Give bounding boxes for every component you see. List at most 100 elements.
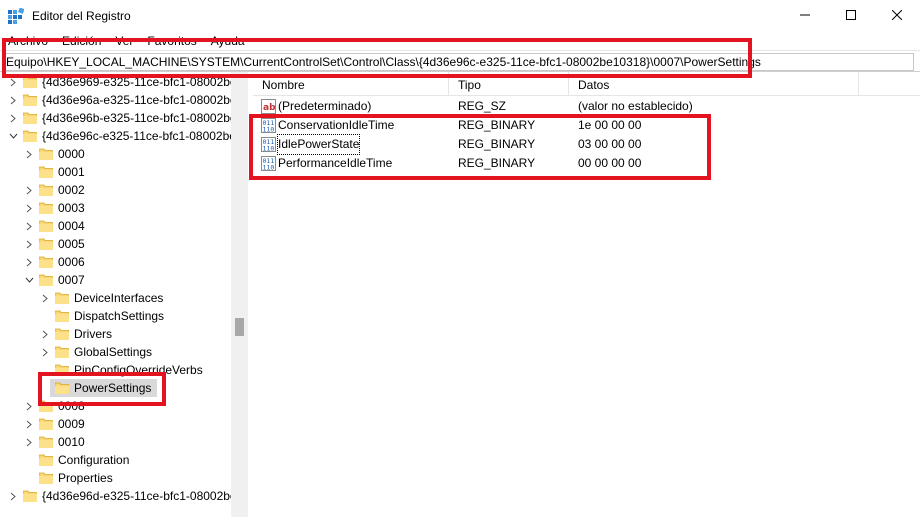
tree-node[interactable]: 0000 bbox=[24, 145, 91, 163]
tree-node[interactable]: DispatchSettings bbox=[40, 307, 170, 325]
folder-icon bbox=[22, 130, 38, 143]
chevron-right-icon[interactable] bbox=[24, 419, 34, 429]
tree-node[interactable]: 0006 bbox=[24, 253, 91, 271]
tree-node-label-wrap: {4d36e96a-e325-11ce-bfc1-08002be bbox=[18, 91, 243, 109]
tree-node-label-wrap: Drivers bbox=[50, 325, 118, 343]
column-type-header[interactable]: Tipo bbox=[449, 72, 569, 96]
tree-node[interactable]: 0004 bbox=[24, 217, 91, 235]
tree-node-label-wrap: GlobalSettings bbox=[50, 343, 158, 361]
menu-archivo[interactable]: Archivo bbox=[8, 32, 48, 50]
chevron-right-icon[interactable] bbox=[8, 77, 18, 87]
list-item[interactable]: 011 110 PerformanceIdleTime REG_BINARY 00 00… bbox=[253, 154, 920, 173]
chevron-right-icon[interactable] bbox=[24, 185, 34, 195]
svg-text:110: 110 bbox=[263, 145, 275, 153]
tree-node-label: 0009 bbox=[58, 417, 85, 431]
tree-node[interactable]: PowerSettings bbox=[40, 379, 158, 397]
chevron-right-icon[interactable] bbox=[40, 293, 50, 303]
svg-text:110: 110 bbox=[263, 126, 275, 134]
tree-node-label: 0008 bbox=[58, 399, 85, 413]
tree-node-label: {4d36e96d-e325-11ce-bfc1-08002be bbox=[42, 489, 237, 503]
binary-value-icon: 011 110 bbox=[261, 137, 276, 153]
tree-node-label: 0002 bbox=[58, 183, 85, 197]
tree-node[interactable]: {4d36e96a-e325-11ce-bfc1-08002be bbox=[8, 91, 243, 109]
folder-icon bbox=[38, 202, 54, 215]
tree-node[interactable]: {4d36e969-e325-11ce-bfc1-08002be bbox=[8, 73, 243, 91]
folder-icon bbox=[54, 382, 70, 395]
chevron-right-icon[interactable] bbox=[24, 203, 34, 213]
value-name: ConservationIdleTime bbox=[278, 118, 395, 132]
tree-node-label-wrap: 0004 bbox=[34, 217, 91, 235]
value-data: 03 00 00 00 bbox=[578, 137, 642, 151]
chevron-right-icon[interactable] bbox=[24, 257, 34, 267]
tree-node[interactable]: Properties bbox=[24, 469, 119, 487]
tree-node-label: 0005 bbox=[58, 237, 85, 251]
registry-editor-icon bbox=[8, 7, 25, 24]
close-icon bbox=[892, 10, 902, 20]
tree-node[interactable]: {4d36e96b-e325-11ce-bfc1-08002be bbox=[8, 109, 243, 127]
tree-node[interactable]: {4d36e96c-e325-11ce-bfc1-08002be bbox=[8, 127, 242, 145]
tree-node[interactable]: DeviceInterfaces bbox=[40, 289, 169, 307]
tree-node-label: GlobalSettings bbox=[74, 345, 153, 359]
tree-node[interactable]: 0007 bbox=[24, 271, 91, 289]
tree-node[interactable]: PinConfigOverrideVerbs bbox=[40, 361, 209, 379]
tree-node[interactable]: Drivers bbox=[40, 325, 118, 343]
tree-node[interactable]: GlobalSettings bbox=[40, 343, 158, 361]
folder-icon bbox=[38, 400, 54, 413]
column-name-header[interactable]: Nombre bbox=[253, 72, 449, 96]
chevron-right-icon[interactable] bbox=[8, 113, 18, 123]
chevron-right-icon[interactable] bbox=[8, 95, 18, 105]
tree-node[interactable]: 0001 bbox=[24, 163, 91, 181]
tree-node[interactable]: {4d36e96d-e325-11ce-bfc1-08002be bbox=[8, 487, 243, 505]
tree-node[interactable]: 0010 bbox=[24, 433, 91, 451]
tree-node[interactable]: 0009 bbox=[24, 415, 91, 433]
address-input[interactable]: Equipo\HKEY_LOCAL_MACHINE\SYSTEM\Current… bbox=[2, 53, 914, 71]
folder-icon bbox=[54, 364, 70, 377]
list-item[interactable]: ab (Predeterminado) REG_SZ (valor no establ… bbox=[253, 97, 920, 116]
tree-node[interactable]: 0002 bbox=[24, 181, 91, 199]
tree-node[interactable]: 0005 bbox=[24, 235, 91, 253]
chevron-right-icon[interactable] bbox=[24, 239, 34, 249]
menu-favoritos[interactable]: Favoritos bbox=[147, 32, 196, 50]
value-type: REG_BINARY bbox=[458, 118, 536, 132]
tree-scrollbar-thumb[interactable] bbox=[235, 318, 244, 336]
tree-node-label: Drivers bbox=[74, 327, 112, 341]
value-name: (Predeterminado) bbox=[278, 99, 372, 113]
key-tree: {4d36e969-e325-11ce-bfc1-08002be {4d36e96… bbox=[0, 72, 248, 517]
tree-node[interactable]: Configuration bbox=[24, 451, 135, 469]
close-button[interactable] bbox=[874, 0, 920, 30]
menu-ver[interactable]: Ver bbox=[115, 32, 133, 50]
chevron-right-icon[interactable] bbox=[8, 491, 18, 501]
tree-node-label: 0010 bbox=[58, 435, 85, 449]
maximize-button[interactable] bbox=[828, 0, 874, 30]
tree-scrollbar[interactable] bbox=[231, 72, 248, 517]
minimize-button[interactable] bbox=[782, 0, 828, 30]
folder-icon bbox=[22, 94, 38, 107]
menu-ayuda[interactable]: Ayuda bbox=[211, 32, 245, 50]
list-item[interactable]: 011 110 ConservationIdleTime REG_BINARY 1e 0… bbox=[253, 116, 920, 135]
chevron-right-icon[interactable] bbox=[40, 347, 50, 357]
menu-bar: Archivo Edición Ver Favoritos Ayuda bbox=[0, 32, 920, 50]
chevron-right-icon[interactable] bbox=[24, 437, 34, 447]
binary-value-icon: 011 110 bbox=[261, 156, 276, 172]
chevron-down-icon[interactable] bbox=[8, 131, 18, 141]
tree-node[interactable]: 0008 bbox=[24, 397, 91, 415]
tree-node-label-wrap: PowerSettings bbox=[50, 379, 158, 397]
chevron-right-icon[interactable] bbox=[40, 329, 50, 339]
tree-node-label: {4d36e96b-e325-11ce-bfc1-08002be bbox=[42, 111, 237, 125]
tree-node[interactable]: 0003 bbox=[24, 199, 91, 217]
folder-icon bbox=[38, 148, 54, 161]
chevron-right-icon[interactable] bbox=[24, 401, 34, 411]
folder-icon bbox=[38, 166, 54, 179]
window-title: Editor del Registro bbox=[32, 9, 131, 23]
chevron-down-icon[interactable] bbox=[24, 275, 34, 285]
tree-node-label-wrap: 0003 bbox=[34, 199, 91, 217]
chevron-right-icon[interactable] bbox=[24, 149, 34, 159]
minimize-icon bbox=[800, 14, 810, 16]
list-item[interactable]: 011 110 IdlePowerState REG_BINARY 03 00 00 0… bbox=[253, 134, 920, 155]
value-type: REG_BINARY bbox=[458, 137, 536, 151]
menu-edicion[interactable]: Edición bbox=[62, 32, 101, 50]
folder-icon bbox=[54, 310, 70, 323]
column-data-header[interactable]: Datos bbox=[569, 72, 859, 96]
chevron-right-icon[interactable] bbox=[24, 221, 34, 231]
